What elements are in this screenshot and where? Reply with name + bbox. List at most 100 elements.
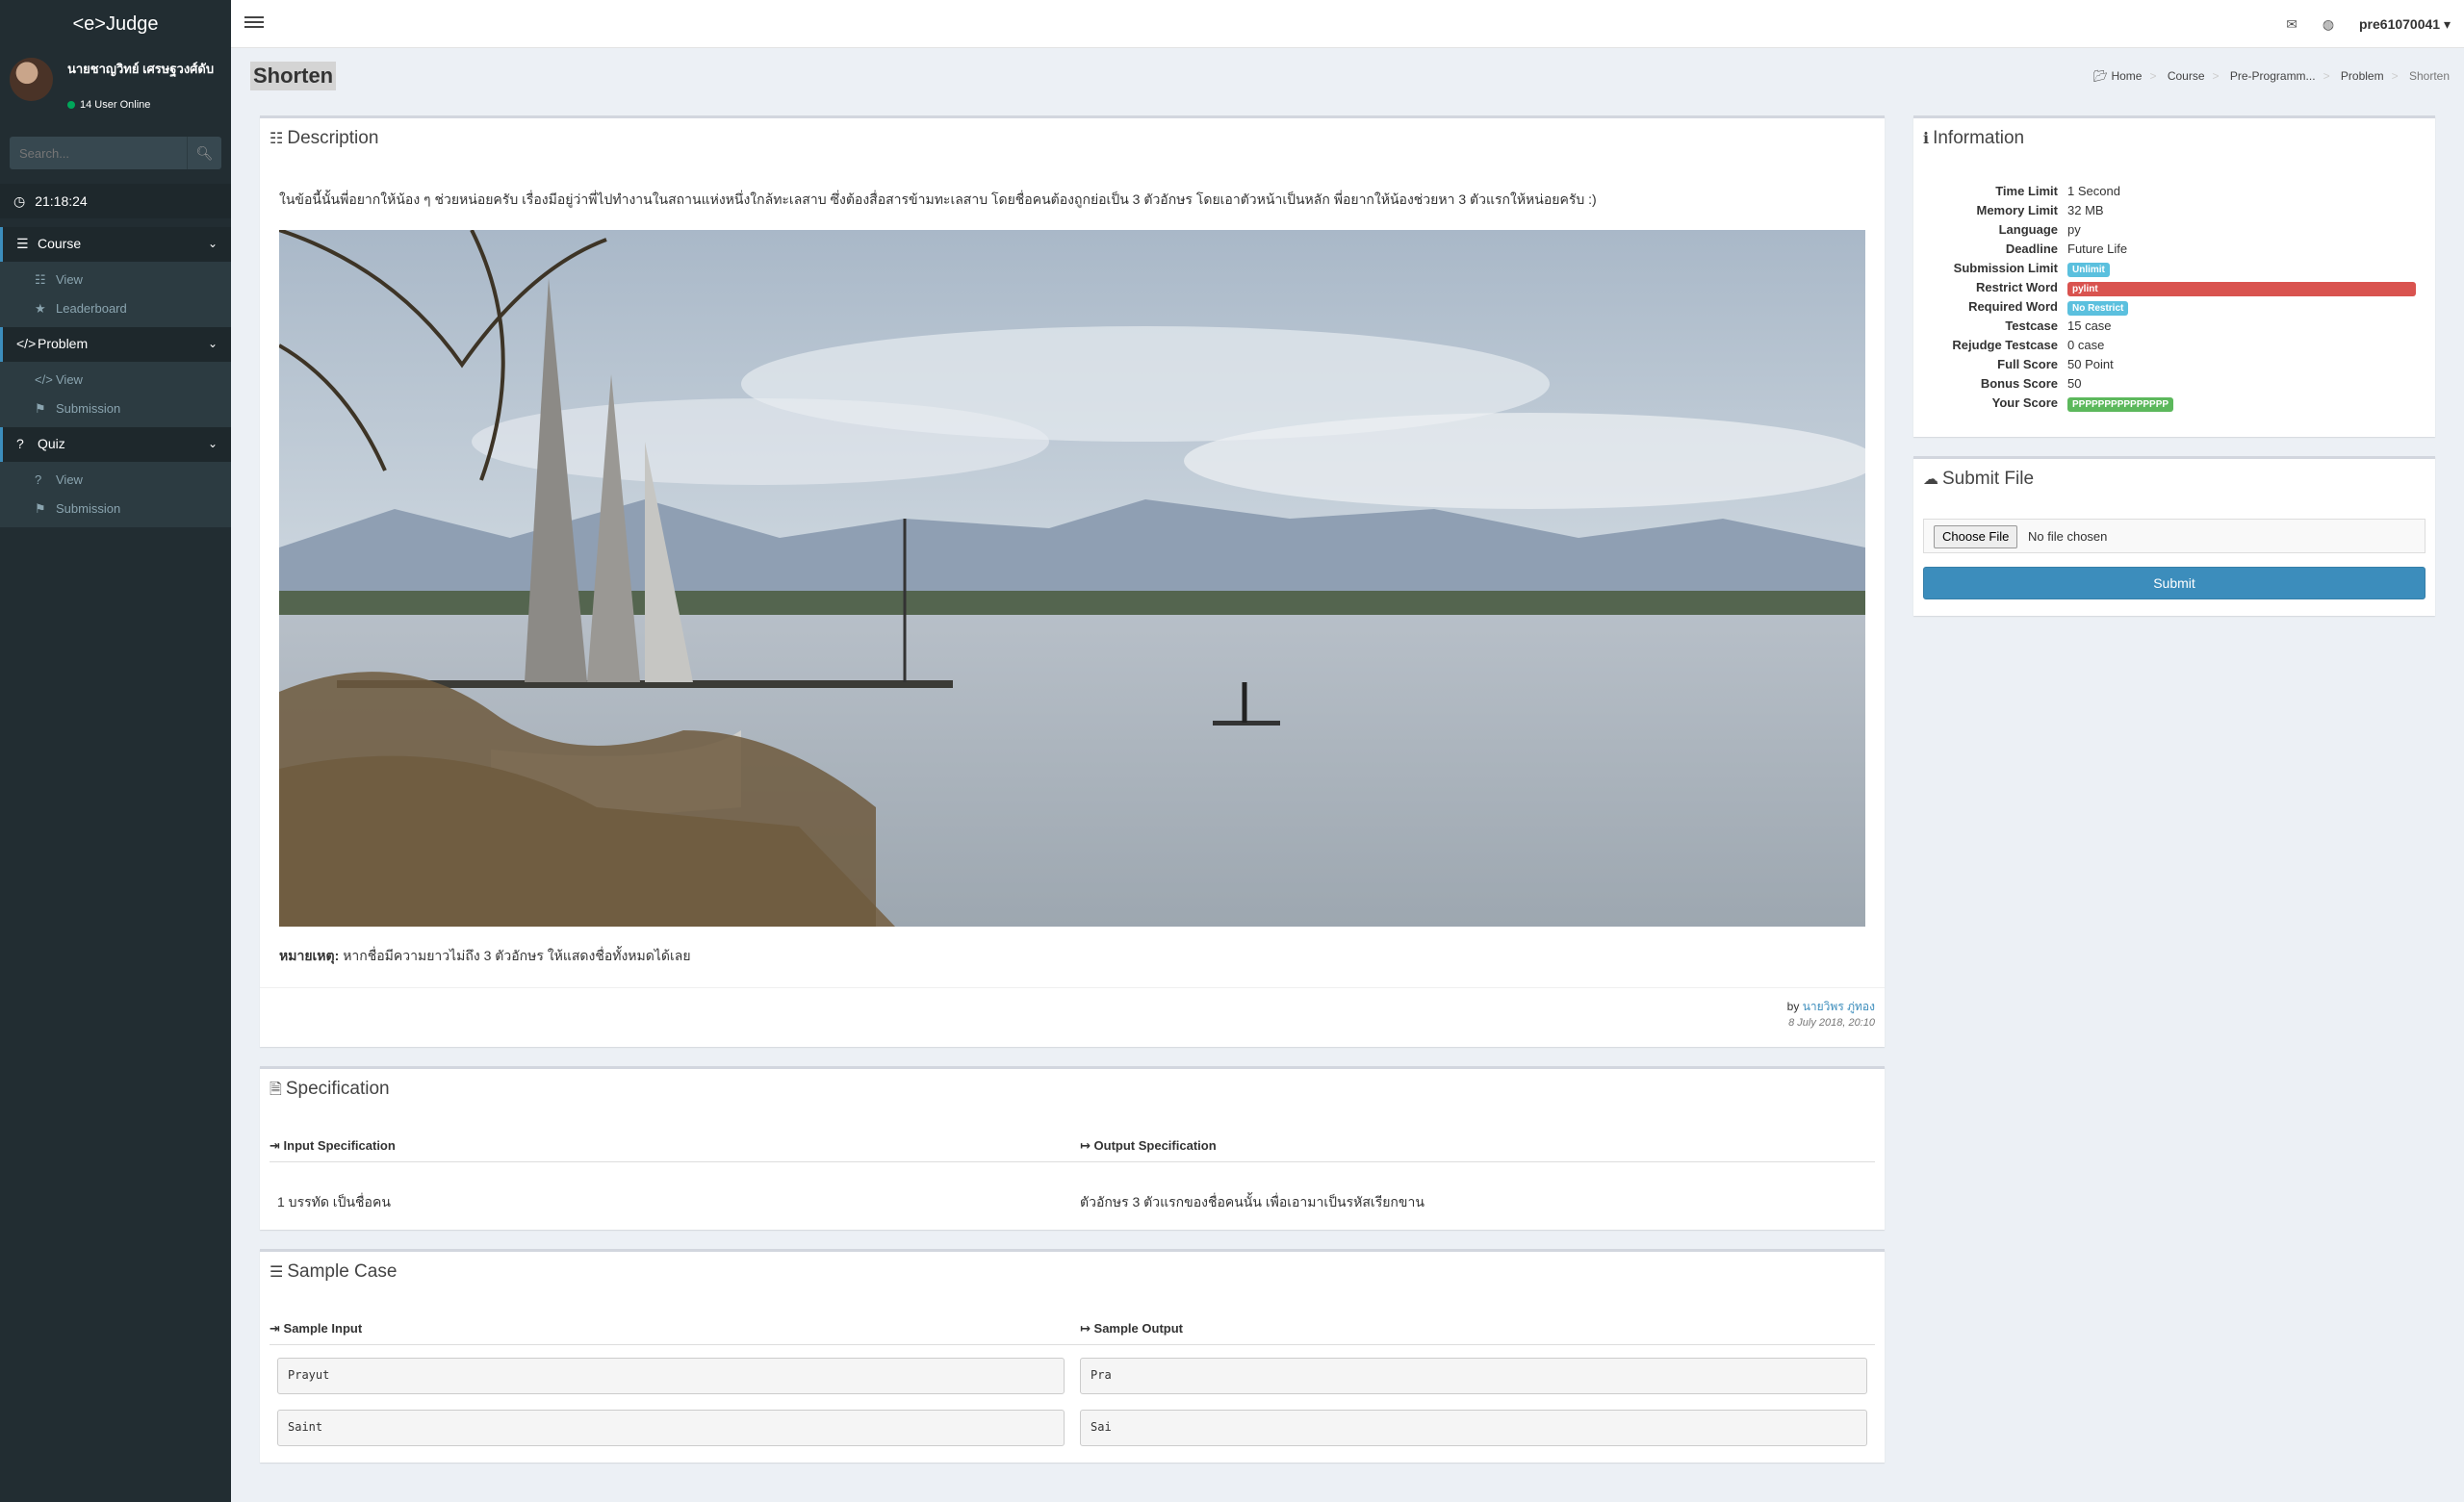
sample-input-2[interactable]: Saint (277, 1410, 1065, 1446)
file-icon: 🗎︎ (270, 1082, 282, 1098)
sidebar-item-label: View (56, 472, 83, 487)
breadcrumb-home[interactable]: Home (2111, 69, 2142, 83)
author-link[interactable]: นายวิพร ภู่ทอง (1803, 1000, 1875, 1013)
search-input[interactable] (10, 137, 187, 169)
divider (260, 987, 1885, 988)
info-row: Time Limit 1 Second (1995, 184, 2120, 198)
online-dot-icon (67, 101, 75, 110)
breadcrumb: 📂︎ Home > Course > Pre-Programm... > Proble… (2092, 69, 2450, 83)
sidebar-item-quiz[interactable]: ? Quiz ⌄ (0, 427, 231, 462)
input-spec-label: ⇥ Input Specification (270, 1138, 396, 1153)
chevron-down-icon: ⌄ (207, 237, 218, 250)
sidebar-item-quiz-submission[interactable]: ⚑ Submission (0, 495, 231, 523)
sidebar-item-problem-submission[interactable]: ⚑ Submission (0, 395, 231, 423)
sidebar-item-label: Problem (38, 336, 89, 351)
specification-box: 🗎︎ Specification ⇥ Input Specification ↦ … (260, 1066, 1885, 1230)
flag-icon: ⚑ (35, 501, 46, 516)
sidebar-item-label: Submission (56, 501, 121, 516)
brand-logo[interactable]: <e>Judge (0, 0, 231, 48)
input-spec-text: 1 บรรทัด เป็นชื่อคน (277, 1194, 391, 1209)
page-title: Shorten (250, 62, 337, 90)
info-row: Rejudge Testcase 0 case (1952, 338, 2105, 352)
author-date: 8 July 2018, 20:10 (1788, 1017, 1875, 1029)
status-badge: No Restrict (2067, 301, 2129, 316)
author-line: by นายวิพร ภู่ทอง (1786, 1000, 1875, 1013)
online-count: 14 User Online (80, 99, 151, 111)
breadcrumb-course-name[interactable]: Pre-Programm... (2230, 69, 2316, 83)
menu-toggle-icon[interactable] (244, 13, 264, 33)
clock-time: 21:18:24 (35, 193, 88, 209)
status-badge: pylint (2067, 282, 2416, 296)
sidebar: <e>Judge นายชาญวิทย์ เศรษฐวงศ์ดับ 14 Use… (0, 0, 231, 1502)
list-ol-icon: ☰ (270, 1264, 284, 1281)
sidebar-item-course-leaderboard[interactable]: ★ Leaderboard (0, 294, 231, 323)
chevron-down-icon: ⌄ (207, 437, 218, 450)
sign-out-icon: ↦ (1080, 1138, 1091, 1153)
submit-title: ☁ Submit File (1923, 469, 2035, 489)
sample-case-box: ☰ Sample Case ⇥ Sample Input ↦ Sample Out… (260, 1249, 1885, 1463)
sample-output-1[interactable]: Pra (1080, 1358, 1867, 1394)
code-icon: </> (16, 336, 37, 351)
breadcrumb-course[interactable]: Course (2168, 69, 2205, 83)
info-row: Language py (1998, 222, 2081, 237)
user-menu[interactable]: pre61070041 ▾ (2359, 16, 2451, 32)
trophy-icon: ★ (35, 301, 46, 316)
information-title: ℹ Information (1923, 128, 2025, 148)
breadcrumb-current: Shorten (2408, 69, 2450, 83)
question-icon: ? (35, 472, 42, 487)
flag-icon: ⚑ (35, 401, 46, 416)
folder-icon: 📂︎ (2092, 69, 2109, 83)
avatar (10, 58, 53, 101)
sidebar-item-label: View (56, 272, 83, 287)
sign-in-icon: ⇥ (270, 1138, 280, 1153)
sidebar-item-label: View (56, 372, 83, 387)
sidebar-item-label: Quiz (38, 436, 65, 451)
description-note: หมายเหตุ: หากชื่อมีความยาวไม่ถึง 3 ตัวอั… (279, 948, 691, 963)
sidebar-item-problem[interactable]: </> Problem ⌄ (0, 327, 231, 362)
sidebar-submenu-problem: </> View ⚑ Submission (0, 362, 231, 427)
file-input[interactable]: Choose File No file chosen (1923, 519, 2426, 553)
info-row: Testcase 15 case (2005, 318, 2112, 333)
sidebar-item-problem-view[interactable]: </> View (0, 366, 231, 395)
chevron-down-icon: ⌄ (207, 337, 218, 350)
question-icon: ? (16, 436, 24, 451)
user-name: นายชาญวิทย์ เศรษฐวงศ์ดับ (67, 62, 215, 76)
info-row: Restrict Word pylint (1923, 278, 2416, 297)
mail-icon[interactable]: ✉ (2286, 0, 2297, 48)
problem-image (279, 230, 1865, 927)
output-spec-text: ตัวอักษร 3 ตัวแรกของชื่อคนนั้น เพื่อเอาม… (1080, 1194, 1424, 1209)
sidebar-item-course-view[interactable]: ☷ View (0, 266, 231, 294)
description-title: ☷ Description (270, 128, 379, 148)
globe-icon[interactable]: ◍ (2323, 0, 2334, 48)
sample-input-1[interactable]: Prayut (277, 1358, 1065, 1394)
user-online-status: 14 User Online (67, 99, 150, 111)
description-box: ☷ Description ในข้อนี้นั้นพี่อยากให้น้อง … (260, 115, 1885, 1047)
submit-button[interactable]: Submit (1923, 567, 2426, 599)
information-table: Time Limit 1 Second Memory Limit 32 MB Lan… (1923, 182, 2416, 413)
search-icon: 🔍︎ (195, 145, 214, 161)
sidebar-item-label: Submission (56, 401, 121, 416)
sample-output-2[interactable]: Sai (1080, 1410, 1867, 1446)
table-icon: ☷ (35, 272, 46, 287)
specification-title: 🗎︎ Specification (260, 1069, 1885, 1111)
clock-icon: ◷ (13, 193, 26, 209)
sidebar-item-label: Leaderboard (56, 301, 127, 316)
description-text: ในข้อนี้นั้นพี่อยากให้น้อง ๆ ช่วยหน่อยคร… (279, 191, 1597, 207)
choose-file-button[interactable]: Choose File (1934, 525, 2018, 548)
status-badge: Unlimit (2067, 263, 2110, 277)
info-row: Required Word No Restrict (1923, 297, 2416, 317)
info-row: Full Score 50 Point (1997, 357, 2114, 371)
submit-file-box: ☁ Submit File Choose File No file chosen … (1913, 456, 2435, 616)
navbar-right: ✉ ◍ pre61070041 ▾ (2286, 0, 2451, 48)
info-row: Bonus Score 50 (1980, 376, 2082, 391)
sidebar-menu: ☰ Course ⌄ ☷ View ★ Leaderboard </> Problem ⌄ … (0, 227, 231, 527)
info-row: Memory Limit 32 MB (1976, 203, 2104, 217)
sidebar-search: 🔍︎ (10, 137, 221, 169)
breadcrumb-problem[interactable]: Problem (2341, 69, 2384, 83)
search-button[interactable]: 🔍︎ (187, 137, 221, 169)
sign-in-icon: ⇥ (270, 1321, 280, 1336)
list-alt-icon: ☷ (270, 131, 284, 147)
info-row: Your Score PPPPPPPPPPPPPPP (1923, 394, 2416, 413)
sidebar-item-course[interactable]: ☰ Course ⌄ (0, 227, 231, 262)
sidebar-item-quiz-view[interactable]: ? View (0, 466, 231, 495)
